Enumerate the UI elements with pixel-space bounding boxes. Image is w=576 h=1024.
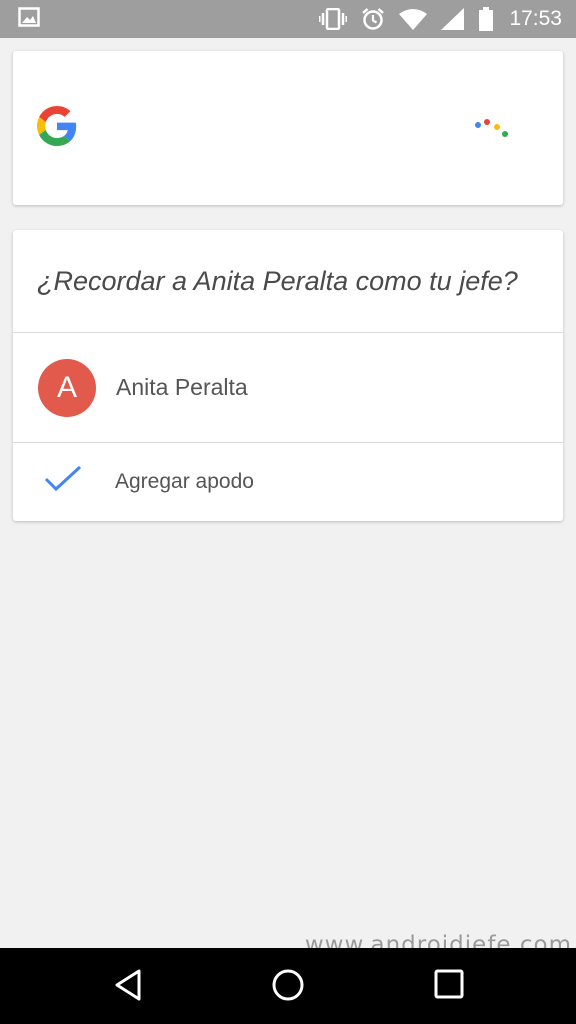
back-icon[interactable] [113, 968, 143, 1007]
contact-row[interactable]: A Anita Peralta [13, 333, 563, 443]
battery-icon [479, 7, 494, 31]
status-bar: 17:53 [0, 0, 576, 38]
recents-icon[interactable] [433, 968, 465, 1005]
assistant-card [13, 51, 563, 205]
avatar: A [38, 358, 96, 417]
vibrate-icon [319, 8, 348, 30]
image-notification-icon [18, 6, 40, 32]
alarm-icon [361, 7, 385, 31]
add-nickname-label: Agregar apodo [115, 469, 254, 493]
assistant-dots-icon [474, 117, 510, 144]
question-text: ¿Recordar a Anita Peralta como tu jefe? [13, 230, 563, 333]
wifi-icon [399, 8, 428, 30]
signal-icon [441, 8, 465, 30]
contact-name: Anita Peralta [116, 374, 248, 400]
add-nickname-button[interactable]: Agregar apodo [13, 443, 563, 520]
navigation-bar [0, 948, 576, 1024]
remember-contact-card: ¿Recordar a Anita Peralta como tu jefe? … [13, 230, 563, 521]
check-icon [43, 464, 83, 499]
home-icon[interactable] [271, 968, 305, 1007]
status-clock: 17:53 [509, 7, 562, 30]
google-g-icon [37, 106, 77, 151]
